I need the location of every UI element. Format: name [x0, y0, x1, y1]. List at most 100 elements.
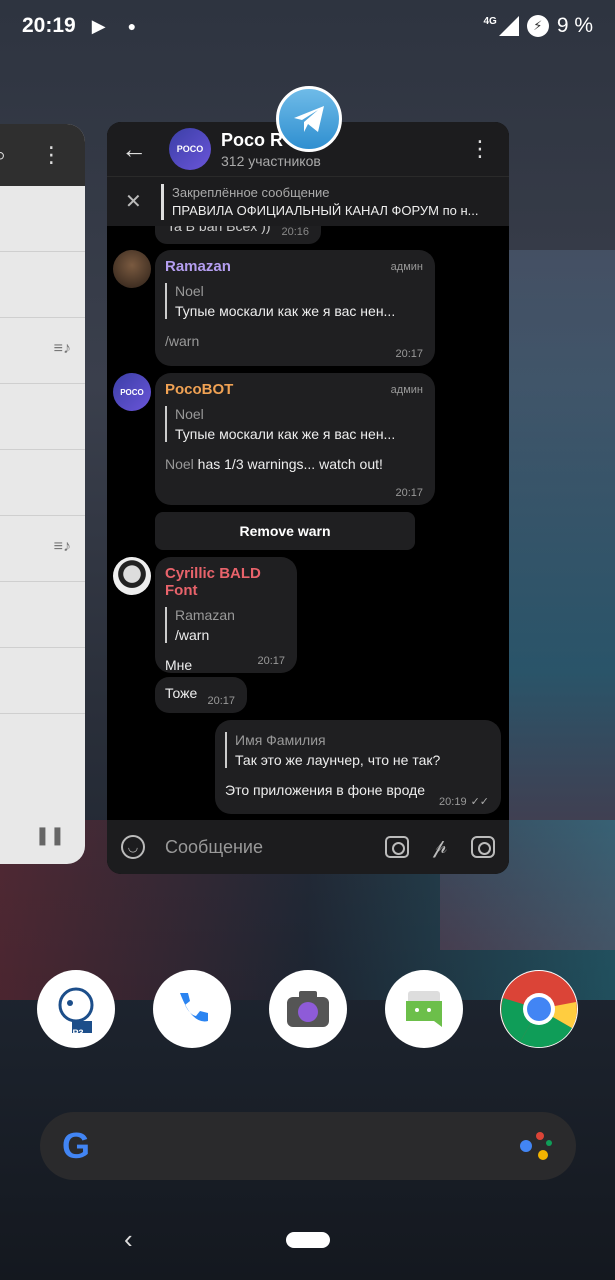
message-time: 20:19 [439, 796, 467, 808]
reply-name: Имя Фамилия [235, 732, 326, 748]
message-text-line: Noel has 1/3 warnings... watch out! [165, 456, 425, 472]
list-item[interactable] [0, 582, 85, 648]
sender-name: Ramazan [165, 258, 231, 275]
pinned-text: ПРАВИЛА ОФИЦИАЛЬНЫЙ КАНАЛ ФОРУМ по н... [172, 203, 479, 218]
emoji-icon[interactable]: ◡ [121, 835, 145, 859]
instagram-icon[interactable] [471, 835, 495, 858]
reply-text: Тупые москали как же я вас нен... [175, 426, 396, 442]
assistant-icon[interactable] [518, 1128, 554, 1164]
camera-icon [287, 991, 329, 1027]
reply-quote[interactable]: Имя Фамилия Так это же лаунчер, что не т… [225, 732, 491, 768]
queue-icon: ≡♪ [53, 340, 71, 357]
list-item[interactable]: ≡♪ [0, 318, 85, 384]
message-text: has 1/3 warnings... watch out! [193, 456, 383, 472]
google-logo-icon: G [62, 1125, 91, 1166]
message-time: 20:17 [395, 487, 423, 499]
recent-app-card-telegram[interactable]: ← POCO Poco R 312 участников ⋮ ✕ Закрепл… [107, 122, 509, 874]
battery-charging-icon: ⚡ [526, 15, 549, 37]
camera-icon[interactable] [384, 835, 409, 858]
reply-quote[interactable]: Noel Тупые москали как же я вас нен... [165, 283, 425, 319]
message-bubble[interactable]: Тоже 20:17 [155, 677, 247, 713]
list-item[interactable] [0, 648, 85, 714]
message-time: 20:17 [257, 655, 285, 667]
avatar[interactable] [113, 250, 151, 288]
pinned-message[interactable]: ✕ Закреплённое сообщение ПРАВИЛА ОФИЦИАЛ… [107, 176, 509, 226]
reply-quote[interactable]: Ramazan /warn [165, 607, 287, 643]
search-icon: ⌕ [0, 142, 7, 167]
message-time: 20:16 [281, 226, 309, 238]
message-input[interactable]: Сообщение [165, 837, 263, 858]
list-item[interactable]: ≡♪ [0, 516, 85, 582]
reply-name: Noel [175, 406, 204, 422]
mentioned-user: Noel [165, 456, 194, 472]
message-text: Тоже [165, 685, 198, 701]
list-item[interactable] [0, 186, 85, 252]
more-vert-icon: ⋮ [40, 142, 63, 167]
reply-text: Тупые москали как же я вас нен... [175, 303, 396, 319]
avatar[interactable]: POCO [113, 373, 151, 411]
remove-warn-button[interactable]: Remove warn [155, 512, 415, 550]
message-list[interactable]: Ta B ban Bcex )) 20:16 Ramazan админ Noe… [107, 226, 509, 820]
pinned-bar [161, 183, 164, 220]
chrome-icon [501, 971, 577, 1048]
read-checks-icon: ✓✓ [470, 796, 489, 808]
network-type: 4G [483, 15, 497, 27]
google-search-bar[interactable]: G [40, 1112, 576, 1180]
status-time: 20:19 [22, 14, 76, 37]
phone-icon [180, 993, 208, 1022]
attach-icon[interactable]: 𝓅 [433, 836, 447, 859]
recent-app-card-music[interactable]: ⌕ ⋮ ≡♪ ≡♪ ❚❚ [0, 124, 85, 864]
message-time-status: 20:19 ✓✓ [439, 795, 489, 808]
telegram-icon[interactable] [276, 86, 342, 152]
camera-app-icon[interactable] [269, 970, 347, 1048]
nav-back-icon[interactable]: ‹ [124, 1224, 133, 1255]
mp3-label: MP3 [65, 1028, 84, 1038]
group-avatar[interactable]: POCO [169, 128, 211, 170]
reply-text: /warn [175, 627, 210, 643]
close-icon[interactable]: ✕ [125, 189, 161, 214]
message-time: 20:17 [207, 695, 235, 707]
phone-app-icon[interactable] [153, 970, 231, 1048]
sender-name: PocoBOT [165, 381, 234, 398]
admin-badge: админ [390, 384, 423, 396]
pause-icon[interactable]: ❚❚ [35, 825, 65, 846]
home-pill[interactable] [286, 1232, 330, 1248]
reply-quote[interactable]: Noel Тупые москали как же я вас нен... [165, 406, 425, 442]
notification-dot-icon: ● [127, 18, 137, 34]
message-time: 20:17 [395, 348, 423, 360]
chrome-app-icon[interactable] [500, 970, 578, 1048]
more-vert-icon[interactable]: ⋮ [469, 136, 491, 162]
app-dock: MP3 [0, 970, 615, 1070]
admin-badge: админ [390, 261, 423, 273]
message-text: Ta B ban Bcex )) [167, 226, 271, 234]
message-bubble[interactable]: Cyrillic BALD Font Ramazan /warn Мне 20:… [155, 557, 297, 673]
reply-name: Ramazan [175, 607, 235, 623]
status-bar: 20:19 ▶ ● 4G ⚡ 9 % [0, 0, 615, 52]
list-item[interactable] [0, 450, 85, 516]
play-icon: ▶ [91, 15, 106, 36]
vk-mp3-app-icon[interactable]: MP3 [37, 970, 115, 1048]
member-count: 312 участников [221, 152, 321, 169]
list-item[interactable] [0, 252, 85, 318]
message-text: /warn [165, 333, 200, 349]
avatar[interactable] [113, 557, 151, 595]
battery-percent: 9 % [556, 14, 593, 37]
message-composer: ◡ Сообщение 𝓅 [107, 820, 509, 874]
pinned-title: Закреплённое сообщение [172, 185, 330, 200]
message-bubble[interactable]: Ramazan админ Noel Тупые москали как же … [155, 250, 435, 366]
messages-app-icon[interactable] [385, 970, 463, 1048]
reply-name: Noel [175, 283, 204, 299]
music-app-header: ⌕ ⋮ [0, 124, 85, 186]
reply-text: Так это же лаунчер, что не так? [235, 752, 441, 768]
message-bubble[interactable]: Ta B ban Bcex )) 20:16 [155, 226, 321, 244]
message-bubble[interactable]: PocoBOT админ Noel Тупые москали как же … [155, 373, 435, 505]
own-message-bubble[interactable]: Имя Фамилия Так это же лаунчер, что не т… [215, 720, 501, 814]
signal-icon [498, 16, 519, 36]
paper-plane-icon [294, 106, 324, 132]
list-item[interactable] [0, 384, 85, 450]
navigation-bar: ‹ [0, 1210, 615, 1280]
sender-name: Cyrillic BALD Font [165, 565, 261, 599]
back-arrow-icon[interactable]: ← [121, 134, 161, 165]
messages-icon [406, 991, 442, 1027]
queue-icon: ≡♪ [53, 538, 71, 555]
